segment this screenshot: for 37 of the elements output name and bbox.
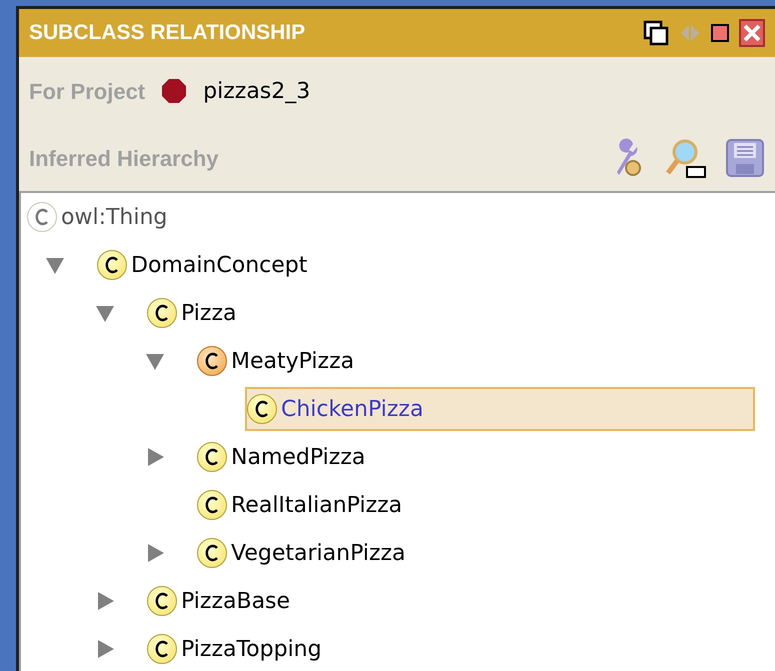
magnifier-icon[interactable] xyxy=(665,137,707,179)
panel-title: SUBCLASS RELATIONSHIP xyxy=(29,20,306,46)
class-icon xyxy=(197,346,227,376)
expanded-triangle-icon[interactable] xyxy=(95,303,115,323)
tree-item[interactable]: NamedPizza xyxy=(195,435,698,479)
collapsed-triangle-icon[interactable] xyxy=(145,447,165,467)
tree-item[interactable]: RealItalianPizza xyxy=(195,483,734,527)
close-icon[interactable] xyxy=(739,19,765,47)
project-name: pizzas2_3 xyxy=(203,78,310,106)
project-icon xyxy=(161,78,188,104)
tree-item[interactable]: MeatyPizza xyxy=(195,339,686,383)
expanded-triangle-icon[interactable] xyxy=(45,255,65,275)
class-icon xyxy=(197,442,227,472)
class-icon xyxy=(97,250,127,280)
class-icon xyxy=(197,538,227,568)
tree-item[interactable]: ChickenPizza xyxy=(245,387,756,431)
collapsed-triangle-icon[interactable] xyxy=(95,639,115,659)
maximize-icon[interactable] xyxy=(711,24,729,42)
class-icon xyxy=(27,202,57,232)
class-icon xyxy=(147,634,177,664)
windows-icon[interactable] xyxy=(643,20,669,46)
class-icon xyxy=(247,394,277,424)
collapsed-triangle-icon[interactable] xyxy=(95,591,115,611)
tree-item[interactable]: PizzaBase xyxy=(145,579,622,623)
tree-item[interactable]: PizzaTopping xyxy=(145,627,654,671)
class-icon xyxy=(197,490,227,520)
expanded-triangle-icon[interactable] xyxy=(145,351,165,371)
save-icon[interactable] xyxy=(725,138,765,178)
class-icon xyxy=(147,586,177,616)
class-icon xyxy=(147,298,177,328)
project-label: For Project xyxy=(29,78,146,106)
tree-item[interactable]: VegetarianPizza xyxy=(195,531,738,575)
tree-item[interactable]: DomainConcept xyxy=(95,243,640,287)
tree-item[interactable]: owl:Thing xyxy=(25,195,500,239)
tree-item[interactable]: Pizza xyxy=(145,291,568,335)
collapsed-triangle-icon[interactable] xyxy=(145,543,165,563)
hierarchy-title: Inferred Hierarchy xyxy=(29,144,219,173)
